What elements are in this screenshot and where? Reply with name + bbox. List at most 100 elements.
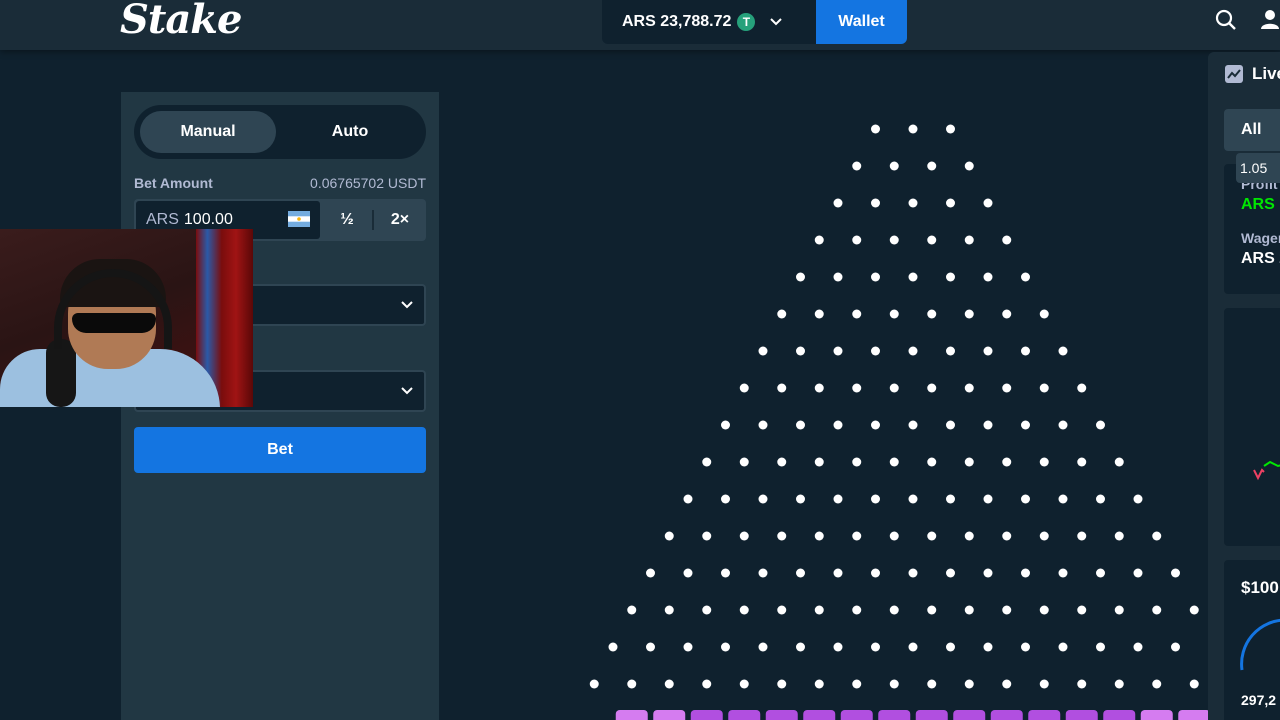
plinko-board: [439, 92, 1208, 720]
stake-logo[interactable]: Stake: [120, 0, 242, 43]
plinko-peg: [871, 420, 880, 430]
plinko-peg: [871, 346, 880, 356]
plinko-peg: [683, 642, 693, 652]
plinko-peg: [1171, 568, 1180, 578]
plinko-peg: [1096, 420, 1105, 430]
race-widget: $100 297,2: [1224, 560, 1280, 720]
bet-amount-usd: 0.06765702 USDT: [310, 175, 426, 191]
plinko-peg: [1039, 531, 1049, 541]
plinko-peg: [1039, 383, 1049, 393]
plinko-peg: [777, 457, 787, 467]
plinko-peg: [852, 235, 862, 245]
plinko-peg: [833, 494, 843, 504]
wagered-value: ARS 2: [1241, 250, 1280, 267]
plinko-peg: [1096, 642, 1105, 652]
plinko-peg: [1058, 642, 1068, 652]
plinko-peg: [721, 568, 730, 578]
multiplier-bucket: [1103, 710, 1136, 720]
plinko-peg: [946, 272, 955, 282]
plinko-peg: [1058, 346, 1068, 356]
balance-selector[interactable]: ARS 23,788.72 T: [602, 0, 816, 44]
plinko-peg: [852, 457, 862, 467]
plinko-peg: [777, 383, 787, 393]
plinko-peg: [1002, 309, 1012, 319]
live-filter-select[interactable]: All: [1224, 109, 1280, 151]
live-title: Live: [1252, 64, 1280, 83]
wallet-button[interactable]: Wallet: [816, 0, 907, 44]
bet-button[interactable]: Bet: [134, 427, 426, 473]
plinko-peg: [908, 642, 918, 652]
plinko-peg: [964, 235, 974, 245]
multiplier-bucket: [1028, 710, 1061, 720]
plinko-peg: [983, 494, 993, 504]
chevron-down-icon: [401, 387, 413, 395]
plinko-peg: [777, 309, 787, 319]
multiplier-bucket: [878, 710, 911, 720]
plinko-peg: [871, 494, 880, 504]
plinko-peg: [608, 642, 618, 652]
user-icon[interactable]: [1258, 7, 1280, 31]
plinko-peg: [1039, 605, 1049, 615]
plinko-peg: [964, 605, 974, 615]
plinko-peg: [833, 568, 843, 578]
live-stats-panel: Live All Profit ARS Wager ARS 2 1.05 $10…: [1208, 52, 1280, 720]
plinko-peg: [683, 568, 693, 578]
plinko-peg: [758, 568, 768, 578]
plinko-peg: [1114, 531, 1124, 541]
plinko-peg: [1077, 605, 1087, 615]
plinko-peg: [589, 679, 599, 689]
plinko-peg: [1002, 235, 1012, 245]
bet-currency: ARS: [146, 211, 179, 228]
plinko-peg: [646, 642, 655, 652]
plinko-peg: [1077, 531, 1087, 541]
plinko-peg: [964, 679, 974, 689]
chevron-down-icon: [401, 301, 413, 309]
plinko-peg: [964, 309, 974, 319]
webcam-microphone: [46, 339, 76, 407]
plinko-peg: [702, 457, 712, 467]
plinko-peg: [871, 568, 880, 578]
plinko-peg: [1189, 679, 1199, 689]
plinko-peg: [983, 198, 993, 208]
plinko-peg: [796, 420, 805, 430]
plinko-peg: [664, 605, 674, 615]
plinko-peg: [889, 679, 899, 689]
plinko-peg: [889, 161, 899, 171]
multiplier-bucket: [1178, 710, 1208, 720]
plinko-peg: [1039, 457, 1049, 467]
tab-manual[interactable]: Manual: [140, 111, 276, 153]
plinko-peg: [702, 679, 712, 689]
plinko-peg: [871, 642, 880, 652]
bet-value: 100.00: [183, 211, 233, 228]
search-icon[interactable]: [1214, 8, 1238, 32]
plinko-peg: [889, 531, 899, 541]
plinko-peg: [646, 568, 655, 578]
plinko-peg: [814, 457, 824, 467]
plinko-peg: [833, 198, 843, 208]
plinko-peg: [908, 420, 918, 430]
plinko-peg: [1021, 420, 1030, 430]
plinko-peg: [852, 161, 862, 171]
plinko-peg: [927, 679, 937, 689]
plinko-peg: [983, 272, 993, 282]
plinko-peg: [1152, 605, 1162, 615]
plinko-peg: [1058, 568, 1068, 578]
half-button[interactable]: ½: [322, 199, 372, 241]
plinko-peg: [908, 568, 918, 578]
plinko-peg: [852, 679, 862, 689]
chart-icon: [1225, 65, 1243, 83]
plinko-peg: [814, 531, 824, 541]
plinko-peg: [758, 420, 768, 430]
plinko-peg: [777, 605, 787, 615]
plinko-peg: [739, 383, 749, 393]
plinko-peg: [946, 642, 955, 652]
tab-auto[interactable]: Auto: [282, 111, 418, 153]
plinko-peg: [1002, 457, 1012, 467]
double-button[interactable]: 2×: [374, 199, 426, 241]
plinko-peg: [721, 494, 730, 504]
plinko-peg: [627, 605, 637, 615]
plinko-peg: [796, 494, 805, 504]
multiplier-bucket: [690, 710, 723, 720]
race-subvalue: 297,2: [1241, 692, 1277, 708]
multiplier-bucket: [728, 710, 761, 720]
